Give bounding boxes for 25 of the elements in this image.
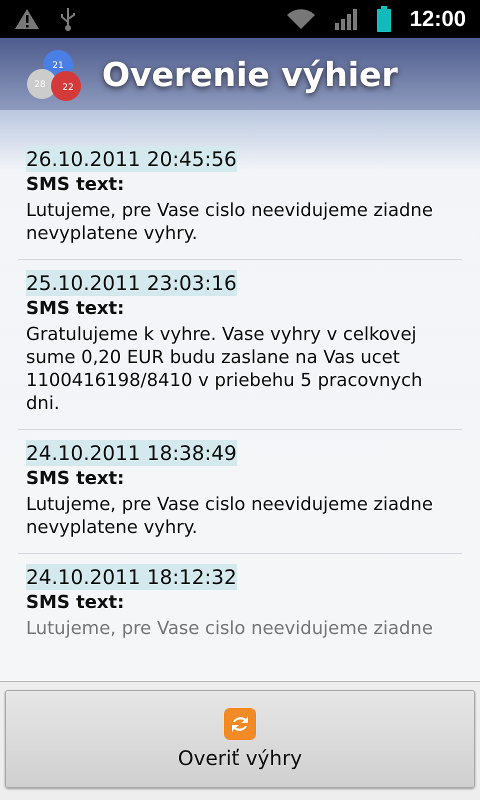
- status-time: 12:00: [410, 6, 466, 32]
- message-label: SMS text:: [26, 174, 124, 195]
- battery-icon: [376, 6, 392, 32]
- message-text: Lutujeme, pre Vase cislo neevidujeme ziadne nevyplatene vyhry.: [26, 493, 434, 539]
- message-text: Gratulujeme k vyhre. Vase vyhry v celkovej sume 0,20 EUR budu zaslane na Vas ucet 1100416198/8410 v priebehu 5 pracovnych dni.: [26, 323, 424, 415]
- message-date: 24.10.2011 18:38:49: [26, 440, 237, 466]
- message-date: 24.10.2011 18:12:32: [26, 564, 237, 590]
- signal-icon: [334, 7, 358, 31]
- message-label: SMS text:: [26, 592, 124, 613]
- verify-button[interactable]: Overiť výhry: [5, 690, 475, 788]
- message-text: Lutujeme, pre Vase cislo neevidujeme ziadne: [26, 617, 433, 640]
- app-title: Overenie výhier: [102, 54, 398, 94]
- message-text: Lutujeme, pre Vase cislo neevidujeme ziadne nevyplatene vyhry.: [26, 199, 434, 245]
- warning-icon: [14, 7, 40, 31]
- wifi-icon: [286, 7, 316, 31]
- message-item[interactable]: 25.10.2011 23:03:16 SMS text: Gratulujeme k vyhre. Vase vyhry v celkovej sume 0,20 EUR budu zaslane na Vas ucet 1100416198/8410 v priebehu 5 pracovnych dni.: [18, 260, 462, 430]
- message-label: SMS text:: [26, 468, 124, 489]
- usb-icon: [58, 6, 78, 32]
- message-item[interactable]: 24.10.2011 18:12:32 SMS text: Lutujeme, pre Vase cislo neevidujeme ziadne: [18, 554, 462, 640]
- message-date: 25.10.2011 23:03:16: [26, 270, 237, 296]
- message-label: SMS text:: [26, 298, 124, 319]
- message-item[interactable]: 24.10.2011 18:38:49 SMS text: Lutujeme, pre Vase cislo neevidujeme ziadne nevyplatene vyhry.: [18, 430, 462, 554]
- message-date: 26.10.2011 20:45:56: [26, 146, 237, 172]
- message-item[interactable]: 26.10.2011 20:45:56 SMS text: Lutujeme, pre Vase cislo neevidujeme ziadne nevyplatene vyhry.: [18, 136, 462, 260]
- refresh-icon: [224, 708, 256, 740]
